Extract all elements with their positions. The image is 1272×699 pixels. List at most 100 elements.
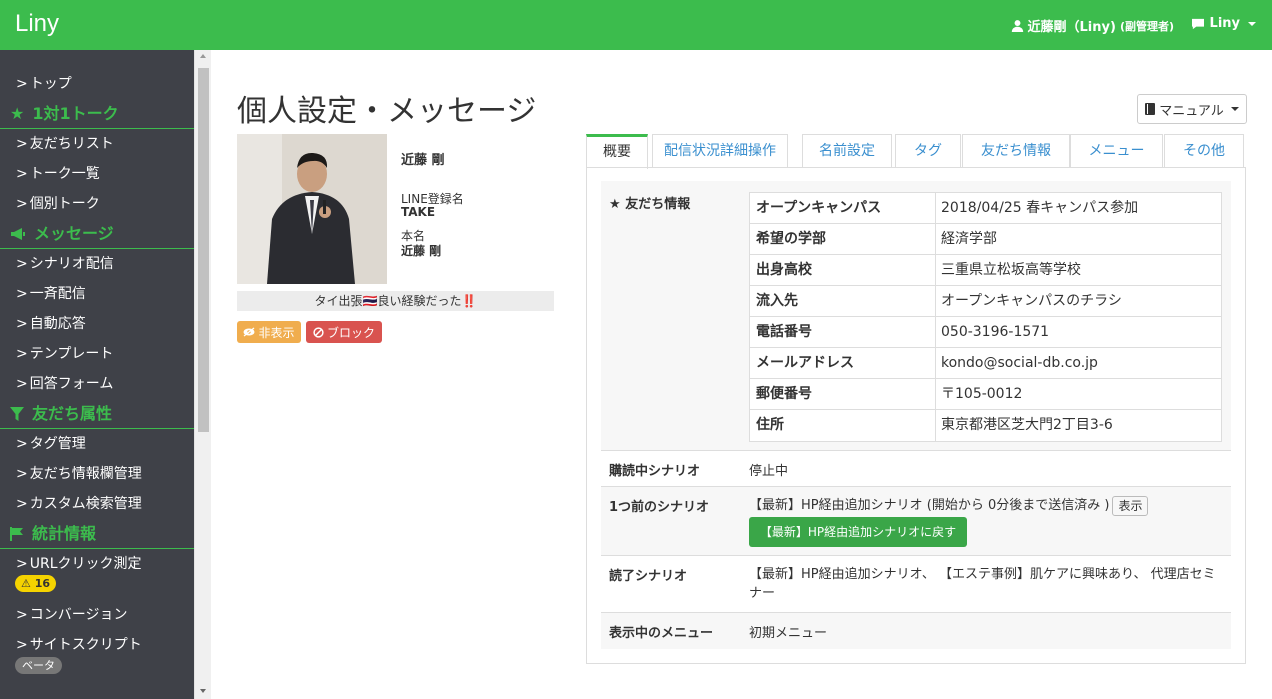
account-dropdown-label: Liny xyxy=(1209,16,1240,31)
subscribing-value: 停止中 xyxy=(749,464,789,479)
table-row: 郵便番号 〒105-0012 xyxy=(750,379,1221,410)
star-icon: ★ xyxy=(609,197,621,212)
table-row: 住所 東京都港区芝大門2丁目3-6 xyxy=(750,410,1221,441)
manual-dropdown-button[interactable]: マニュアル xyxy=(1137,94,1247,124)
chevron-right-icon: > xyxy=(16,436,28,452)
flag-icon xyxy=(10,526,23,541)
chevron-right-icon: > xyxy=(16,76,28,92)
sidebar-item-conversion[interactable]: > コンバージョン xyxy=(0,600,194,630)
chevron-right-icon: > xyxy=(16,196,28,212)
show-button[interactable]: 表示 xyxy=(1112,495,1149,516)
chevron-right-icon: > xyxy=(16,346,28,362)
friend-info-label: ★ 友だち情報 xyxy=(609,197,691,212)
read-scenario-row: 読了シナリオ 【最新】HP経由追加シナリオ、 【エステ事例】肌ケアに興味あり、 … xyxy=(601,556,1231,613)
chat-icon xyxy=(1191,18,1204,29)
scroll-down-icon[interactable] xyxy=(200,689,206,693)
sidebar-item-friend-fields[interactable]: > 友だち情報欄管理 xyxy=(0,459,194,489)
sidebar-item-tags[interactable]: > タグ管理 xyxy=(0,429,194,459)
tab-menu[interactable]: メニュー xyxy=(1070,134,1163,168)
sidebar-item-auto-reply[interactable]: > 自動応答 xyxy=(0,309,194,339)
sidebar-section-talk: ★ 1対1トーク xyxy=(0,99,194,129)
sidebar-item-form[interactable]: > 回答フォーム xyxy=(0,369,194,399)
chevron-right-icon: > xyxy=(16,286,28,302)
sidebar-item-talk-list[interactable]: > トーク一覧 xyxy=(0,159,194,189)
scrollbar-thumb[interactable] xyxy=(198,68,209,432)
book-icon xyxy=(1145,103,1156,115)
friend-info-table: オープンキャンパス 2018/04/25 春キャンパス参加 希望の学部 経済学部 出… xyxy=(749,192,1222,442)
read-scenario-label: 読了シナリオ xyxy=(609,569,688,584)
sidebar-item-broadcast[interactable]: > 一斉配信 xyxy=(0,279,194,309)
chevron-right-icon: > xyxy=(16,607,28,623)
subscribing-row: 購読中シナリオ 停止中 xyxy=(601,451,1231,487)
previous-scenario-value: 【最新】HP経由追加シナリオ (開始から 0分後まで送信済み ) 表示 xyxy=(749,494,1149,516)
table-row: 流入先 オープンキャンパスのチラシ xyxy=(750,286,1221,317)
filter-icon xyxy=(10,406,24,421)
sidebar-item-custom-search[interactable]: > カスタム検索管理 xyxy=(0,489,194,519)
warning-badge: ⚠ 16 xyxy=(15,575,57,592)
table-row: 希望の学部 経済学部 xyxy=(750,224,1221,255)
line-name-value: TAKE xyxy=(401,205,436,219)
chevron-right-icon: > xyxy=(16,256,28,272)
table-row: メールアドレス kondo@social-db.co.jp xyxy=(750,348,1221,379)
sidebar-item-top[interactable]: > トップ xyxy=(0,69,194,99)
profile-photo xyxy=(237,134,387,284)
person-photo-icon xyxy=(237,134,387,284)
sidebar-section-message: メッセージ xyxy=(0,219,194,249)
status-message: タイ出張🇹🇭良い経験だった‼️ xyxy=(237,291,554,311)
scroll-up-icon[interactable] xyxy=(200,54,206,58)
tab-name-settings[interactable]: 名前設定 xyxy=(802,134,892,168)
page-title: 個人設定・メッセージ xyxy=(237,94,537,129)
current-menu-value: 初期メニュー xyxy=(749,626,828,641)
sidebar-section-attributes: 友だち属性 xyxy=(0,399,194,429)
caret-down-icon xyxy=(1230,107,1239,111)
tab-delivery[interactable]: 配信状況詳細操作 xyxy=(652,134,788,168)
friend-info-row: ★ 友だち情報 オープンキャンパス 2018/04/25 春キャンパス参加 希望の… xyxy=(601,181,1231,451)
chevron-right-icon: > xyxy=(16,466,28,482)
user-menu[interactable]: 近藤剛（Liny) (副管理者) xyxy=(1011,16,1174,35)
block-button[interactable]: ブロック xyxy=(306,321,382,343)
tab-overview[interactable]: 概要 xyxy=(586,134,648,169)
sidebar-item-url-click[interactable]: > URLクリック測定 xyxy=(0,553,194,575)
user-role: (副管理者) xyxy=(1119,19,1174,33)
tab-tags[interactable]: タグ xyxy=(895,134,961,168)
chevron-right-icon: > xyxy=(16,136,28,152)
user-icon xyxy=(1011,20,1023,32)
table-row: オープンキャンパス 2018/04/25 春キャンパス参加 xyxy=(750,193,1221,224)
sidebar-section-stats: 統計情報 xyxy=(0,519,194,549)
eye-slash-icon xyxy=(243,327,255,337)
sidebar-item-individual-talk[interactable]: > 個別トーク xyxy=(0,189,194,219)
tab-other[interactable]: その他 xyxy=(1164,134,1244,168)
chevron-right-icon: > xyxy=(16,166,28,182)
sidebar-scrollbar[interactable] xyxy=(194,50,211,699)
real-name-value: 近藤 剛 xyxy=(401,244,442,258)
previous-scenario-row: 1つ前のシナリオ 【最新】HP経由追加シナリオ (開始から 0分後まで送信済み … xyxy=(601,487,1231,556)
sidebar-item-template[interactable]: > テンプレート xyxy=(0,339,194,369)
warning-icon: ⚠ xyxy=(21,577,31,590)
previous-scenario-label: 1つ前のシナリオ xyxy=(609,500,710,515)
brand-logo[interactable]: Liny xyxy=(15,10,59,38)
user-name: 近藤剛（Liny) xyxy=(1027,20,1116,35)
sidebar: > トップ ★ 1対1トーク > 友だちリスト > トーク一覧 > 個別トーク メッセージ… xyxy=(0,50,194,699)
tab-bar: 概要 配信状況詳細操作 名前設定 タグ 友だち情報 メニュー その他 xyxy=(586,134,1246,169)
current-menu-label: 表示中のメニュー xyxy=(609,626,714,641)
top-navbar: Liny 近藤剛（Liny) (副管理者) Liny xyxy=(0,0,1272,50)
chevron-right-icon: > xyxy=(16,556,28,572)
table-row: 出身高校 三重県立松坂高等学校 xyxy=(750,255,1221,286)
sidebar-item-scenario[interactable]: > シナリオ配信 xyxy=(0,249,194,279)
megaphone-icon xyxy=(11,227,25,240)
account-dropdown[interactable]: Liny xyxy=(1191,16,1256,31)
read-scenario-value: 【最新】HP経由追加シナリオ、 【エステ事例】肌ケアに興味あり、 代理店セミナー xyxy=(749,567,1216,601)
ban-icon xyxy=(313,326,324,338)
hide-button[interactable]: 非表示 xyxy=(237,321,301,343)
tab-friend-info[interactable]: 友だち情報 xyxy=(962,134,1070,168)
profile-name: 近藤 剛 xyxy=(401,153,445,168)
return-scenario-button[interactable]: 【最新】HP経由追加シナリオに戻す xyxy=(749,517,967,547)
current-menu-row: 表示中のメニュー 初期メニュー xyxy=(601,613,1231,649)
chevron-right-icon: > xyxy=(16,496,28,512)
sidebar-item-friend-list[interactable]: > 友だちリスト xyxy=(0,129,194,159)
chevron-right-icon: > xyxy=(16,316,28,332)
sidebar-item-site-script[interactable]: > サイトスクリプト xyxy=(0,633,194,657)
chevron-right-icon: > xyxy=(16,376,28,392)
star-icon: ★ xyxy=(10,103,25,123)
table-row: 電話番号 050-3196-1571 xyxy=(750,317,1221,348)
